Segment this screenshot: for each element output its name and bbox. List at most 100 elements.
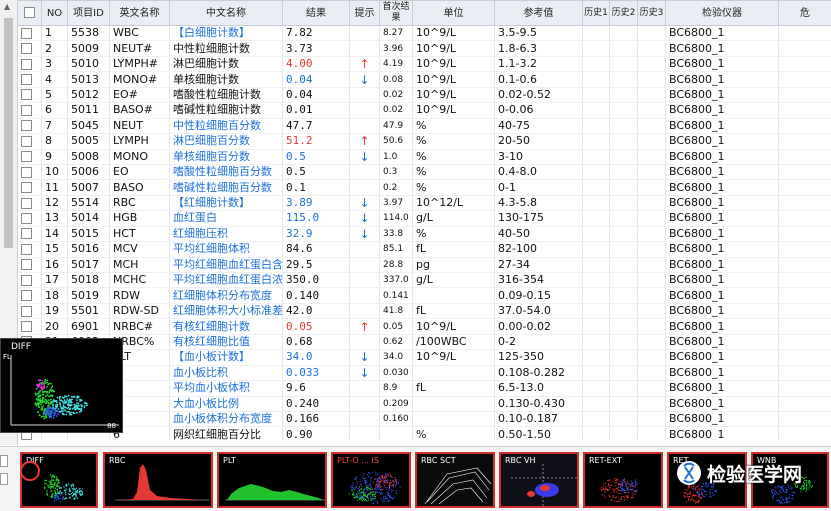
cell-select[interactable] [18, 72, 42, 87]
row-checkbox[interactable] [21, 74, 32, 85]
cell-select[interactable] [18, 273, 42, 288]
table-row[interactable]: 206901NRBC#有核红细胞计数0.05↑0.0510^9/L0.00-0.… [18, 319, 831, 334]
table-row[interactable]: 65011BASO#嗜碱性粒细胞计数0.010.0210^9/L0-0.06BC… [18, 103, 831, 118]
table-row[interactable]: 35010LYMPH#淋巴细胞计数4.00↑4.1910^9/L1.1-3.2B… [18, 56, 831, 71]
table-row[interactable]: 135014HGB血红蛋白115.0↓114.0g/L130-175BC6800… [18, 211, 831, 226]
diff-scattergram-popup[interactable]: DIFF FL 88 [0, 338, 123, 433]
table-row[interactable]: 75045NEUT中性粒细胞百分数47.747.9%40-75BC6800_1 [18, 118, 831, 133]
row-checkbox[interactable] [21, 120, 32, 131]
row-checkbox[interactable] [21, 151, 32, 162]
row-checkbox[interactable] [21, 89, 32, 100]
row-checkbox[interactable] [21, 228, 32, 239]
strip-toggle-2[interactable] [0, 473, 8, 485]
row-checkbox[interactable] [21, 59, 32, 70]
header-instrument[interactable]: 检验仪器 [666, 1, 779, 26]
table-row[interactable]: 95008MONO单核细胞百分数0.5↓1.0%3-10BC6800_1 [18, 149, 831, 164]
row-checkbox[interactable] [21, 213, 32, 224]
cell-select[interactable] [18, 211, 42, 226]
cell-select[interactable] [18, 180, 42, 195]
table-row[interactable]: 225020PLT【血小板计数】34.0↓34.010^9/L125-350BC… [18, 350, 831, 365]
header-item-id[interactable]: 项目ID [68, 1, 110, 26]
row-checkbox[interactable] [21, 198, 32, 209]
cell-select[interactable] [18, 226, 42, 241]
header-english-name[interactable]: 英文名称 [110, 1, 170, 26]
table-row[interactable]: 6网织红细胞百分比0.90%0.50-1.50BC6800_1 [18, 427, 831, 440]
thumbnail-ret-ext[interactable]: RET-EXT [583, 452, 663, 508]
cell-select[interactable] [18, 26, 42, 41]
cell-select[interactable] [18, 118, 42, 133]
cell-select[interactable] [18, 41, 42, 56]
cell-select[interactable] [18, 303, 42, 318]
thumbnail-plt[interactable]: PLT [217, 452, 327, 508]
cell-select[interactable] [18, 164, 42, 179]
table-row[interactable]: 125514RBC【红细胞计数】3.89↓3.9710^12/L4.3-5.8B… [18, 195, 831, 210]
row-checkbox[interactable] [21, 136, 32, 147]
header-no[interactable]: NO [42, 1, 68, 26]
table-row[interactable]: 155016MCV平均红细胞体积84.685.1fL82-100BC6800_1 [18, 242, 831, 257]
row-checkbox[interactable] [21, 290, 32, 301]
table-row[interactable]: 216902NRBC%有核红细胞比值0.680.62/100WBC0-2BC68… [18, 334, 831, 349]
table-row[interactable]: 55012EO#嗜酸性粒细胞计数0.040.0210^9/L0.02-0.52B… [18, 87, 831, 102]
header-history-3[interactable]: 历史3 [638, 1, 666, 26]
table-row[interactable]: 85005LYMPH淋巴细胞百分数51.2↑50.6%20-50BC6800_1 [18, 134, 831, 149]
table-row[interactable]: 115007BASO嗜碱性粒细胞百分数0.10.2%0-1BC6800_1 [18, 180, 831, 195]
row-checkbox[interactable] [21, 275, 32, 286]
header-select[interactable] [18, 1, 42, 26]
table-row[interactable]: 185019RDW红细胞体积分布宽度0.1400.1410.09-0.15BC6… [18, 288, 831, 303]
thumbnail-rbc-sct[interactable]: RBC SCT [415, 452, 495, 508]
cell-select[interactable] [18, 134, 42, 149]
row-checkbox[interactable] [21, 244, 32, 255]
cell-critical [779, 273, 831, 288]
header-reference[interactable]: 参考值 [495, 1, 583, 26]
table-row[interactable]: 195501RDW-SD红细胞体积大小标准差42.041.8fL37.0-54.… [18, 303, 831, 318]
header-history-1[interactable]: 历史1 [583, 1, 610, 26]
cell-select[interactable] [18, 87, 42, 102]
table-row[interactable]: 105006EO嗜酸性粒细胞百分数0.50.3%0.4-8.0BC6800_1 [18, 164, 831, 179]
header-history-2[interactable]: 历史2 [610, 1, 638, 26]
cell-select[interactable] [18, 56, 42, 71]
row-checkbox[interactable] [21, 105, 32, 116]
table-row[interactable]: R大血小板比例0.2400.2090.130-0.430BC6800_1 [18, 396, 831, 411]
scroll-up-arrow-icon[interactable]: ▲ [4, 2, 10, 11]
table-row[interactable]: 145015HCT红细胞压积32.9↓33.8%40-50BC6800_1 [18, 226, 831, 241]
row-checkbox[interactable] [21, 321, 32, 332]
cell-reference: 0.108-0.282 [495, 365, 583, 380]
row-checkbox[interactable] [21, 43, 32, 54]
row-checkbox[interactable] [21, 259, 32, 270]
thumbnail-plt-o[interactable]: PLT-O ... IS [331, 452, 411, 508]
table-row[interactable]: 165017MCH平均红细胞血红蛋白含29.528.8pg27-34BC6800… [18, 257, 831, 272]
table-row[interactable]: 平均血小板体积9.68.9fL6.5-13.0BC6800_1 [18, 381, 831, 396]
cell-select[interactable] [18, 195, 42, 210]
row-checkbox[interactable] [21, 167, 32, 178]
table-row[interactable]: 血小板比积0.033↓0.0300.108-0.282BC6800_1 [18, 365, 831, 380]
cell-unit: g/L [413, 211, 495, 226]
cell-select[interactable] [18, 257, 42, 272]
thumbnail-rbc[interactable]: RBC [103, 452, 213, 508]
select-all-checkbox[interactable] [24, 7, 35, 18]
cell-first-result: 50.6 [380, 134, 413, 149]
table-row[interactable]: 175018MCHC平均红细胞血红蛋白浓350.0337.0g/L316-354… [18, 273, 831, 288]
table-row[interactable]: /血小板体积分布宽度0.1660.1600.10-0.187BC6800_1 [18, 411, 831, 426]
cell-select[interactable] [18, 319, 42, 334]
row-checkbox[interactable] [21, 182, 32, 193]
strip-toggle-1[interactable] [0, 455, 8, 467]
cell-select[interactable] [18, 288, 42, 303]
row-checkbox[interactable] [21, 28, 32, 39]
header-result[interactable]: 结果 [283, 1, 350, 26]
header-first-result[interactable]: 首次结果 [380, 1, 413, 26]
cell-reference: 0-2 [495, 334, 583, 349]
scrollbar-thumb[interactable] [4, 18, 13, 248]
cell-history-1 [583, 103, 610, 118]
cell-select[interactable] [18, 149, 42, 164]
header-chinese-name[interactable]: 中文名称 [170, 1, 283, 26]
row-checkbox[interactable] [21, 306, 32, 317]
header-unit[interactable]: 单位 [413, 1, 495, 26]
table-row[interactable]: 25009NEUT#中性粒细胞计数3.733.9610^9/L1.8-6.3BC… [18, 41, 831, 56]
table-row[interactable]: 45013MONO#单核细胞计数0.04↓0.0810^9/L0.1-0.6BC… [18, 72, 831, 87]
header-critical[interactable]: 危 [779, 1, 831, 26]
cell-select[interactable] [18, 242, 42, 257]
table-row[interactable]: 15538WBC【白细胞计数】7.828.2710^9/L3.5-9.5BC68… [18, 26, 831, 41]
header-hint[interactable]: 提示 [350, 1, 380, 26]
cell-select[interactable] [18, 103, 42, 118]
thumbnail-rbc-vh[interactable]: RBC VH [499, 452, 579, 508]
